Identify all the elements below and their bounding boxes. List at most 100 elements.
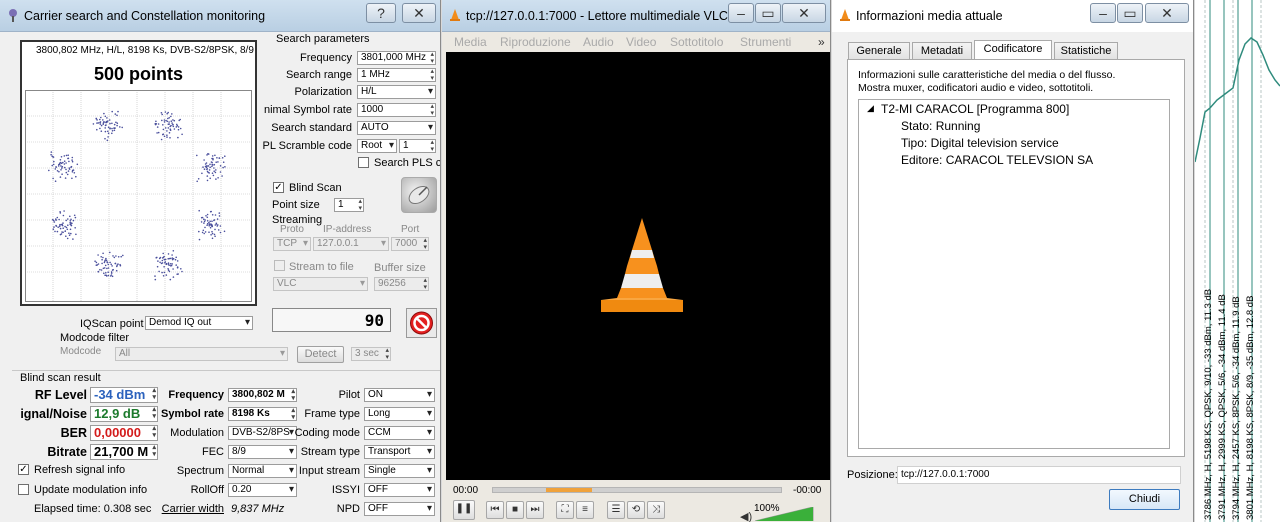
shuffle-button[interactable]: ⤨ xyxy=(647,501,665,519)
tab-metadati[interactable]: Metadati xyxy=(912,42,972,59)
iq-point xyxy=(167,123,170,125)
iq-point xyxy=(206,179,209,182)
previous-button[interactable]: ⏮ xyxy=(486,501,504,519)
video-area[interactable] xyxy=(446,52,830,480)
pause-button[interactable]: ❚❚ xyxy=(453,500,475,520)
iq-point xyxy=(157,123,160,125)
blind-scan-checkbox[interactable]: ✓ xyxy=(273,182,284,193)
playlist-button[interactable]: ☰ xyxy=(607,501,625,519)
npd-select[interactable]: OFF xyxy=(364,502,435,516)
update-modulation-label: Update modulation info xyxy=(34,484,148,496)
stream-to-file-checkbox[interactable] xyxy=(274,260,285,271)
iq-point xyxy=(215,161,217,163)
proto-select[interactable]: TCP xyxy=(273,237,311,251)
menu-media[interactable]: Media xyxy=(454,35,487,49)
search-pls-checkbox[interactable] xyxy=(358,157,369,168)
issyi-select[interactable]: OFF xyxy=(364,483,435,497)
detect-button[interactable]: Detect xyxy=(297,346,344,363)
iq-point xyxy=(156,132,158,134)
close-dialog-button[interactable]: Chiudi xyxy=(1109,489,1180,510)
iq-point xyxy=(105,272,107,274)
info-maximize-button[interactable]: ▭ xyxy=(1117,3,1143,23)
menu-video[interactable]: Video xyxy=(626,35,656,49)
tab-codificatore[interactable]: Codificatore xyxy=(974,40,1052,60)
iq-point xyxy=(116,122,119,124)
help-button[interactable]: ? xyxy=(366,3,396,23)
modulation-select[interactable]: DVB-S2/8PS xyxy=(228,426,297,440)
update-modulation-checkbox[interactable] xyxy=(18,484,29,495)
stop-button[interactable] xyxy=(406,308,437,338)
iqscan-select[interactable]: Demod IQ out xyxy=(145,316,253,330)
menu-audio[interactable]: Audio xyxy=(583,35,614,49)
info-close-button[interactable]: ✕ xyxy=(1145,3,1189,23)
min-symbol-rate-input[interactable]: 1000 xyxy=(357,103,436,117)
vlc-minimize-button[interactable]: – xyxy=(728,3,754,23)
carrier-window-titlebar[interactable]: Carrier search and Constellation monitor… xyxy=(0,0,440,32)
vlc-close-button[interactable]: ✕ xyxy=(782,3,826,23)
spectrum-select[interactable]: Normal xyxy=(228,464,297,478)
frame-type-select[interactable]: Long xyxy=(364,407,435,421)
vlc-maximize-button[interactable]: ▭ xyxy=(755,3,781,23)
stream-type-select[interactable]: Transport xyxy=(364,445,435,459)
iq-point xyxy=(197,178,200,180)
input-stream-select[interactable]: Single xyxy=(364,464,435,478)
point-size-input[interactable]: 1 xyxy=(334,198,364,212)
loop-button[interactable]: ⟲ xyxy=(627,501,645,519)
vlc-titlebar[interactable]: tcp://127.0.0.1:7000 - Lettore multimedi… xyxy=(442,0,830,32)
ip-address-input[interactable]: 127.0.0.1 xyxy=(313,237,389,251)
iq-point xyxy=(159,261,161,264)
coding-mode-select[interactable]: CCM xyxy=(364,426,435,440)
speaker-icon[interactable]: ◀) xyxy=(740,510,752,522)
tree-root[interactable]: T2-MI CARACOL [Programma 800] xyxy=(881,102,1069,116)
satellite-dish-icon[interactable] xyxy=(401,177,437,213)
stop-playback-button[interactable]: ■ xyxy=(506,501,524,519)
iq-point xyxy=(62,222,64,224)
volume-slider[interactable] xyxy=(755,507,815,521)
tab-statistiche[interactable]: Statistiche xyxy=(1054,42,1118,59)
pl-scramble-code-input[interactable]: 1 xyxy=(399,139,436,153)
menu-sottotitolo[interactable]: Sottotitolo xyxy=(670,35,723,49)
menu-strumenti[interactable]: Strumenti xyxy=(740,35,791,49)
iq-point xyxy=(54,230,56,233)
menu-more[interactable]: » xyxy=(818,35,825,49)
search-standard-select[interactable]: AUTO xyxy=(357,121,436,135)
modcode-select[interactable]: All xyxy=(115,347,288,361)
info-minimize-button[interactable]: – xyxy=(1090,3,1116,23)
next-button[interactable]: ⏭ xyxy=(526,501,544,519)
iq-point xyxy=(111,130,114,132)
iq-point xyxy=(114,113,117,115)
frequency-input[interactable]: 3801,000 MHz xyxy=(357,51,436,65)
iq-point xyxy=(60,223,63,226)
iq-point xyxy=(52,156,55,158)
counter-value: 90 xyxy=(364,311,384,330)
refresh-signal-checkbox[interactable]: ✓ xyxy=(18,464,29,475)
carrier-width-label[interactable]: Carrier width xyxy=(162,503,224,515)
fec-select[interactable]: 8/9 xyxy=(228,445,297,459)
player-select[interactable]: VLC xyxy=(273,277,368,291)
search-pls-label: Search PLS cc xyxy=(374,157,441,169)
iq-point xyxy=(171,257,174,259)
tab-generale[interactable]: Generale xyxy=(848,42,910,59)
iq-point xyxy=(65,171,68,174)
tree-tipo: Tipo: Digital television service xyxy=(901,136,1059,150)
pl-scramble-mode-select[interactable]: Root xyxy=(357,139,397,153)
detect-seconds-input[interactable]: 3 sec xyxy=(351,347,391,361)
seek-bar[interactable] xyxy=(492,487,782,493)
counter-display: 90 xyxy=(272,308,391,332)
position-input[interactable]: tcp://127.0.0.1:7000 xyxy=(897,466,1181,484)
info-titlebar[interactable]: Informazioni media attuale – ▭ ✕ xyxy=(832,0,1193,32)
iq-point xyxy=(167,268,169,270)
tree-expand-icon[interactable]: ◢ xyxy=(867,103,874,114)
polarization-select[interactable]: H/L xyxy=(357,85,436,99)
fullscreen-button[interactable]: ⛶ xyxy=(556,501,574,519)
rolloff-select[interactable]: 0.20 xyxy=(228,483,297,497)
buffer-size-input[interactable]: 96256 xyxy=(374,277,429,291)
close-button[interactable]: ✕ xyxy=(402,3,436,23)
extended-settings-button[interactable]: ≡ xyxy=(576,501,594,519)
iq-point xyxy=(52,163,55,166)
port-input[interactable]: 7000 xyxy=(391,237,429,251)
menu-riproduzione[interactable]: Riproduzione xyxy=(500,35,571,49)
pilot-select[interactable]: ON xyxy=(364,388,435,402)
iq-point xyxy=(109,251,111,254)
search-range-input[interactable]: 1 MHz xyxy=(357,68,436,82)
